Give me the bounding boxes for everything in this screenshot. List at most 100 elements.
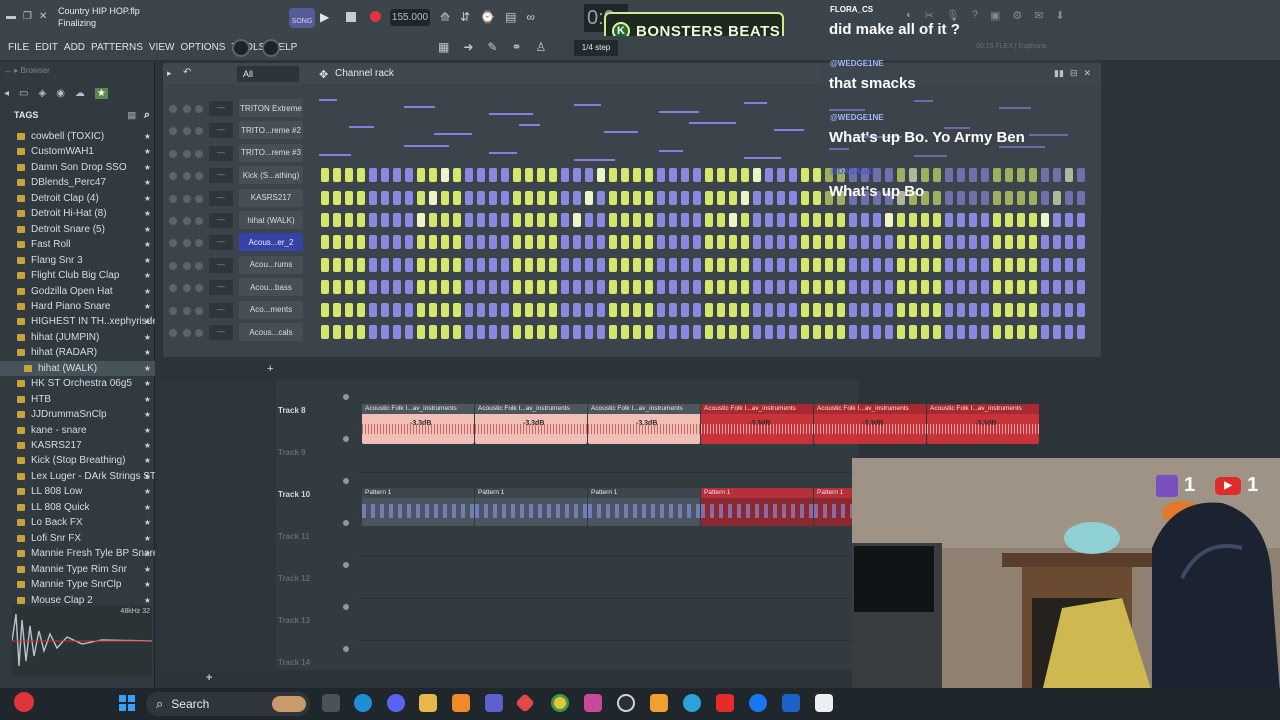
- step-button[interactable]: [813, 325, 821, 339]
- facebook-icon[interactable]: [749, 694, 767, 712]
- step-button[interactable]: [693, 235, 701, 250]
- channel-pan-knob[interactable]: [183, 284, 191, 293]
- link-icon[interactable]: ⚭: [511, 40, 521, 54]
- step-button[interactable]: [1053, 257, 1061, 272]
- step-button[interactable]: [333, 280, 341, 295]
- step-button[interactable]: [621, 257, 629, 272]
- step-button[interactable]: [945, 257, 953, 272]
- step-button[interactable]: [1017, 257, 1025, 272]
- start-icon[interactable]: [119, 695, 135, 711]
- step-button[interactable]: [441, 190, 449, 205]
- browser-item[interactable]: hihat (JUMPIN) ★: [0, 330, 155, 345]
- step-button[interactable]: [789, 302, 797, 317]
- play-icon[interactable]: ▶: [320, 10, 329, 24]
- channel-led-icon[interactable]: [169, 284, 177, 293]
- browser-item[interactable]: hihat (WALK) ★: [0, 360, 155, 376]
- step-button[interactable]: [381, 213, 389, 227]
- mixer-track-selector[interactable]: ---: [209, 123, 233, 139]
- step-button[interactable]: [861, 213, 869, 227]
- app-diamond-icon[interactable]: [515, 693, 535, 713]
- step-button[interactable]: [669, 302, 677, 317]
- track-mute-icon[interactable]: [343, 562, 349, 568]
- step-button[interactable]: [681, 257, 689, 272]
- teams-icon[interactable]: [485, 694, 503, 712]
- step-button[interactable]: [705, 280, 713, 295]
- step-button[interactable]: [573, 190, 581, 205]
- step-button[interactable]: [933, 302, 941, 317]
- step-button[interactable]: [489, 190, 497, 205]
- step-button[interactable]: [1077, 213, 1085, 227]
- step-button[interactable]: [333, 213, 341, 227]
- step-button[interactable]: [789, 213, 797, 227]
- step-button[interactable]: [573, 325, 581, 339]
- step-button[interactable]: [633, 257, 641, 272]
- browser-item[interactable]: Lex Luger - DArk Strings STC ★: [0, 469, 155, 484]
- menu-add[interactable]: ADD: [64, 42, 85, 53]
- step-button[interactable]: [357, 190, 365, 205]
- step-button[interactable]: [357, 168, 365, 183]
- step-button[interactable]: [717, 325, 725, 339]
- step-button[interactable]: [573, 257, 581, 272]
- step-button[interactable]: [573, 235, 581, 250]
- step-button[interactable]: [873, 302, 881, 317]
- step-button[interactable]: [801, 235, 809, 250]
- step-button[interactable]: [765, 213, 773, 227]
- step-button[interactable]: [705, 257, 713, 272]
- step-button[interactable]: [741, 257, 749, 272]
- step-button[interactable]: [837, 302, 845, 317]
- step-button[interactable]: [969, 280, 977, 295]
- step-button[interactable]: [921, 325, 929, 339]
- step-button[interactable]: [837, 235, 845, 250]
- step-button[interactable]: [357, 235, 365, 250]
- channel-volume-knob[interactable]: [195, 127, 203, 136]
- step-button[interactable]: [537, 280, 545, 295]
- step-button[interactable]: [1077, 302, 1085, 317]
- step-button[interactable]: [837, 257, 845, 272]
- step-button[interactable]: [681, 168, 689, 183]
- step-button[interactable]: [621, 280, 629, 295]
- step-button[interactable]: [897, 213, 905, 227]
- favorite-star-icon[interactable]: ★: [144, 395, 151, 404]
- step-button[interactable]: [393, 235, 401, 250]
- step-button[interactable]: [1029, 280, 1037, 295]
- step-button[interactable]: [321, 257, 329, 272]
- step-button[interactable]: [489, 168, 497, 183]
- step-button[interactable]: [609, 257, 617, 272]
- step-button[interactable]: [1053, 280, 1061, 295]
- step-button[interactable]: [765, 168, 773, 183]
- step-button[interactable]: [573, 302, 581, 317]
- step-button[interactable]: [945, 235, 953, 250]
- step-button[interactable]: [753, 257, 761, 272]
- step-button[interactable]: [537, 168, 545, 183]
- step-button[interactable]: [705, 168, 713, 183]
- step-button[interactable]: [369, 190, 377, 205]
- step-button[interactable]: [693, 190, 701, 205]
- favorite-star-icon[interactable]: ★: [144, 472, 151, 481]
- step-button[interactable]: [969, 235, 977, 250]
- step-button[interactable]: [645, 302, 653, 317]
- favorite-star-icon[interactable]: ★: [144, 534, 151, 543]
- step-button[interactable]: [669, 325, 677, 339]
- step-button[interactable]: [897, 302, 905, 317]
- step-button[interactable]: [969, 213, 977, 227]
- step-button[interactable]: [993, 213, 1001, 227]
- favorite-star-icon[interactable]: ★: [144, 225, 151, 234]
- step-button[interactable]: [477, 168, 485, 183]
- step-button[interactable]: [957, 257, 965, 272]
- mixer-track-selector[interactable]: ---: [209, 190, 233, 206]
- step-button[interactable]: [369, 325, 377, 339]
- step-button[interactable]: [345, 168, 353, 183]
- favorite-star-icon[interactable]: ★: [144, 410, 151, 419]
- step-button[interactable]: [477, 190, 485, 205]
- step-button[interactable]: [693, 325, 701, 339]
- pattern-clip[interactable]: Pattern 1: [701, 488, 813, 526]
- step-button[interactable]: [453, 325, 461, 339]
- vscode-icon[interactable]: [782, 694, 800, 712]
- countdown-icon[interactable]: ⌚: [480, 10, 495, 24]
- step-button[interactable]: [765, 280, 773, 295]
- step-button[interactable]: [741, 280, 749, 295]
- step-button[interactable]: [333, 190, 341, 205]
- step-button[interactable]: [429, 257, 437, 272]
- step-button[interactable]: [789, 325, 797, 339]
- step-button[interactable]: [621, 190, 629, 205]
